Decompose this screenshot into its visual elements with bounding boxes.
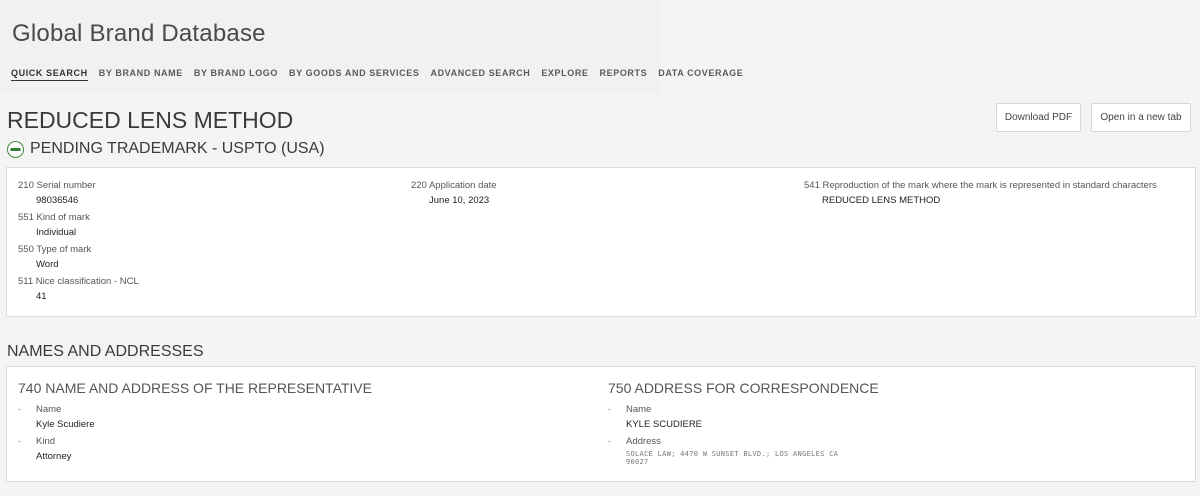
type-of-mark-value: Word [36, 259, 59, 270]
names-panel: 740 NAME AND ADDRESS OF THE REPRESENTATI… [6, 366, 1196, 482]
application-date-value: June 10, 2023 [429, 195, 490, 206]
download-pdf-button[interactable]: Download PDF [996, 103, 1081, 132]
status-row: ▬ PENDING TRADEMARK - USPTO (USA) [7, 140, 325, 158]
correspondence-name-entry: - Name KYLE SCUDIERE [608, 404, 703, 430]
details-panel: 210 Serial number 98036546 551 Kind of m… [6, 167, 1196, 317]
reproduction-field: 541 Reproduction of the mark where the m… [804, 180, 1157, 206]
application-date-field: 220 Application date June 10, 2023 [411, 180, 497, 206]
nav-by-goods-and-services[interactable]: BY GOODS AND SERVICES [289, 68, 419, 81]
mark-title: REDUCED LENS METHOD [7, 107, 294, 133]
kind-of-mark-field: 551 Kind of mark Individual [18, 212, 90, 238]
names-section-title: NAMES AND ADDRESSES [7, 343, 204, 360]
type-of-mark-field: 550 Type of mark Word [18, 244, 91, 270]
kind-of-mark-value: Individual [36, 227, 77, 238]
representative-name-value: Kyle Scudiere [36, 419, 95, 430]
correspondence-name-value: KYLE SCUDIERE [626, 419, 703, 430]
type-of-mark-label: 550 Type of mark [18, 244, 92, 255]
status-text: PENDING TRADEMARK - USPTO (USA) [30, 140, 325, 157]
nice-classification-field: 511 Nice classification - NCL 41 [18, 276, 139, 302]
representative-kind-label: Kind [36, 436, 56, 447]
app-title: Global Brand Database [12, 20, 266, 47]
serial-number-value: 98036546 [36, 195, 79, 206]
representative-name-label: Name [36, 404, 62, 415]
application-date-label: 220 Application date [411, 180, 497, 191]
reproduction-value: REDUCED LENS METHOD [822, 195, 941, 206]
nav-data-coverage[interactable]: DATA COVERAGE [658, 68, 743, 81]
serial-number-field: 210 Serial number 98036546 [18, 180, 96, 206]
correspondence-address-entry: - Address SOLACE LAW; 4470 W SUNSET BLVD… [608, 436, 856, 466]
open-new-tab-button[interactable]: Open in a new tab [1091, 103, 1191, 132]
representative-kind-value: Attorney [36, 451, 72, 462]
correspondence-name-label: Name [626, 404, 652, 415]
nice-classification-label: 511 Nice classification - NCL [18, 276, 139, 287]
nav-by-brand-logo[interactable]: BY BRAND LOGO [194, 68, 278, 81]
folder-open-icon: ▬ [7, 140, 24, 158]
reproduction-label: 541 Reproduction of the mark where the m… [804, 180, 1157, 191]
nav-by-brand-name[interactable]: BY BRAND NAME [99, 68, 183, 81]
representative-title: 740 NAME AND ADDRESS OF THE REPRESENTATI… [18, 380, 372, 396]
correspondence-title: 750 ADDRESS FOR CORRESPONDENCE [608, 380, 879, 396]
serial-number-label: 210 Serial number [18, 180, 96, 191]
nice-classification-value: 41 [36, 291, 47, 302]
representative-name-entry: - Name Kyle Scudiere [18, 404, 95, 430]
representative-kind-entry: - Kind Attorney [18, 436, 72, 462]
kind-of-mark-label: 551 Kind of mark [18, 212, 90, 223]
main-nav: QUICK SEARCH BY BRAND NAME BY BRAND LOGO… [11, 68, 754, 81]
nav-explore[interactable]: EXPLORE [541, 68, 588, 81]
app-header: Global Brand Database QUICK SEARCH BY BR… [0, 0, 743, 94]
correspondence-address-value: SOLACE LAW; 4470 W SUNSET BLVD.; LOS ANG… [626, 450, 839, 466]
nav-quick-search[interactable]: QUICK SEARCH [11, 68, 88, 81]
correspondence-address-label: Address [626, 436, 661, 447]
nav-reports[interactable]: REPORTS [600, 68, 648, 81]
nav-advanced-search[interactable]: ADVANCED SEARCH [430, 68, 530, 81]
